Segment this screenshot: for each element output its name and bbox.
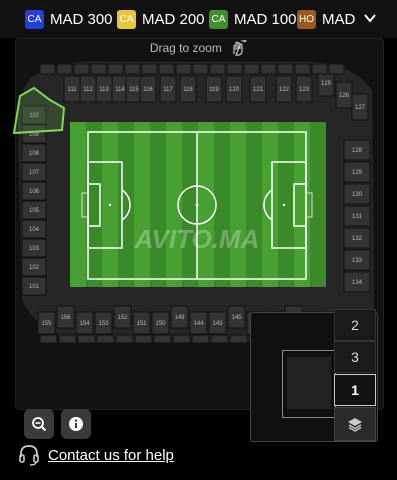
seating-section[interactable]: [90, 63, 107, 75]
section-label: 114: [115, 87, 125, 93]
level-2-button[interactable]: 2: [334, 309, 376, 341]
section-label: 126: [339, 93, 350, 99]
info-icon: [69, 417, 83, 431]
level-3-button[interactable]: 3: [334, 341, 376, 373]
headset-icon: [19, 445, 39, 466]
seating-section[interactable]: [77, 334, 96, 344]
section-label: 117: [163, 87, 173, 93]
seating-section[interactable]: [192, 63, 209, 75]
section-label: 131: [352, 214, 363, 220]
seating-section[interactable]: [243, 63, 260, 75]
section-label: 152: [117, 315, 128, 321]
seating-section[interactable]: [73, 63, 90, 75]
section-label: 143: [212, 321, 223, 327]
section-label: 125: [321, 81, 332, 87]
seating-section[interactable]: [172, 334, 191, 344]
pitch: AVITO.MA: [70, 122, 326, 287]
zoom-out-button[interactable]: [24, 409, 54, 439]
seating-section[interactable]: [191, 334, 210, 344]
section-label: 154: [79, 321, 90, 327]
seating-section[interactable]: [153, 334, 172, 344]
section-label: 150: [155, 321, 166, 327]
seating-section[interactable]: [175, 63, 192, 75]
section-label: 118: [183, 87, 193, 93]
seating-section[interactable]: [328, 63, 345, 75]
section-label: 120: [229, 87, 240, 93]
section-label: 105: [29, 208, 40, 214]
section-label: 101: [29, 284, 40, 290]
section-label: 106: [29, 189, 40, 195]
seating-section[interactable]: [158, 63, 175, 75]
section-label: 113: [99, 87, 109, 93]
seating-section[interactable]: [134, 334, 153, 344]
section-label: 121: [253, 87, 264, 93]
section-label: 129: [352, 170, 363, 176]
section-label: 145: [231, 315, 242, 321]
seating-section[interactable]: [294, 63, 311, 75]
seating-section[interactable]: [39, 334, 58, 344]
seating-section[interactable]: [107, 63, 124, 75]
section-label: 155: [41, 321, 52, 327]
section-label: 107: [29, 170, 40, 176]
section-label: 144: [193, 321, 204, 327]
help-link[interactable]: Contact us for help: [18, 444, 174, 466]
section-label: 112: [83, 87, 93, 93]
section-label: 128: [352, 148, 363, 154]
section-label: 130: [352, 192, 363, 198]
section-label: 102: [29, 265, 40, 271]
seating-section[interactable]: [96, 334, 115, 344]
seating-section[interactable]: [260, 63, 277, 75]
seating-section[interactable]: [115, 334, 134, 344]
section-label: 108: [29, 151, 40, 157]
level-1-button[interactable]: 1: [334, 374, 376, 406]
section-label: 133: [352, 258, 363, 264]
section-label: 115: [129, 87, 139, 93]
section-label: 134: [352, 280, 363, 286]
seating-section[interactable]: [210, 334, 229, 344]
seating-section[interactable]: [124, 63, 141, 75]
minimap[interactable]: [282, 350, 336, 418]
seating-section[interactable]: [226, 63, 243, 75]
seating-section[interactable]: [39, 63, 56, 75]
section-label: 111: [67, 87, 77, 93]
watermark: AVITO.MA: [134, 224, 260, 254]
seating-section[interactable]: [141, 63, 158, 75]
help-link-label: Contact us for help: [48, 446, 174, 464]
section-label: 123: [299, 87, 310, 93]
seating-section[interactable]: [56, 63, 73, 75]
zoom-out-icon: [32, 417, 47, 432]
section-label: 132: [352, 236, 363, 242]
layers-button[interactable]: [334, 407, 376, 441]
layers-icon: [348, 418, 362, 432]
seating-section[interactable]: [229, 334, 248, 344]
seating-section[interactable]: [311, 63, 328, 75]
section-label: 156: [60, 315, 71, 321]
section-label: 104: [29, 227, 40, 233]
info-button[interactable]: [61, 409, 91, 439]
seating-section[interactable]: [277, 63, 294, 75]
section-label: 103: [29, 246, 40, 252]
section-label: 119: [209, 87, 219, 93]
section-label: 151: [136, 321, 147, 327]
section-label: 127: [355, 105, 366, 111]
section-label: 122: [279, 87, 290, 93]
seating-section[interactable]: [209, 63, 226, 75]
section-label: 153: [98, 321, 109, 327]
section-label: 116: [143, 87, 153, 93]
minimap-field: [287, 357, 331, 409]
seating-section[interactable]: [58, 334, 77, 344]
section-label: 149: [174, 315, 185, 321]
